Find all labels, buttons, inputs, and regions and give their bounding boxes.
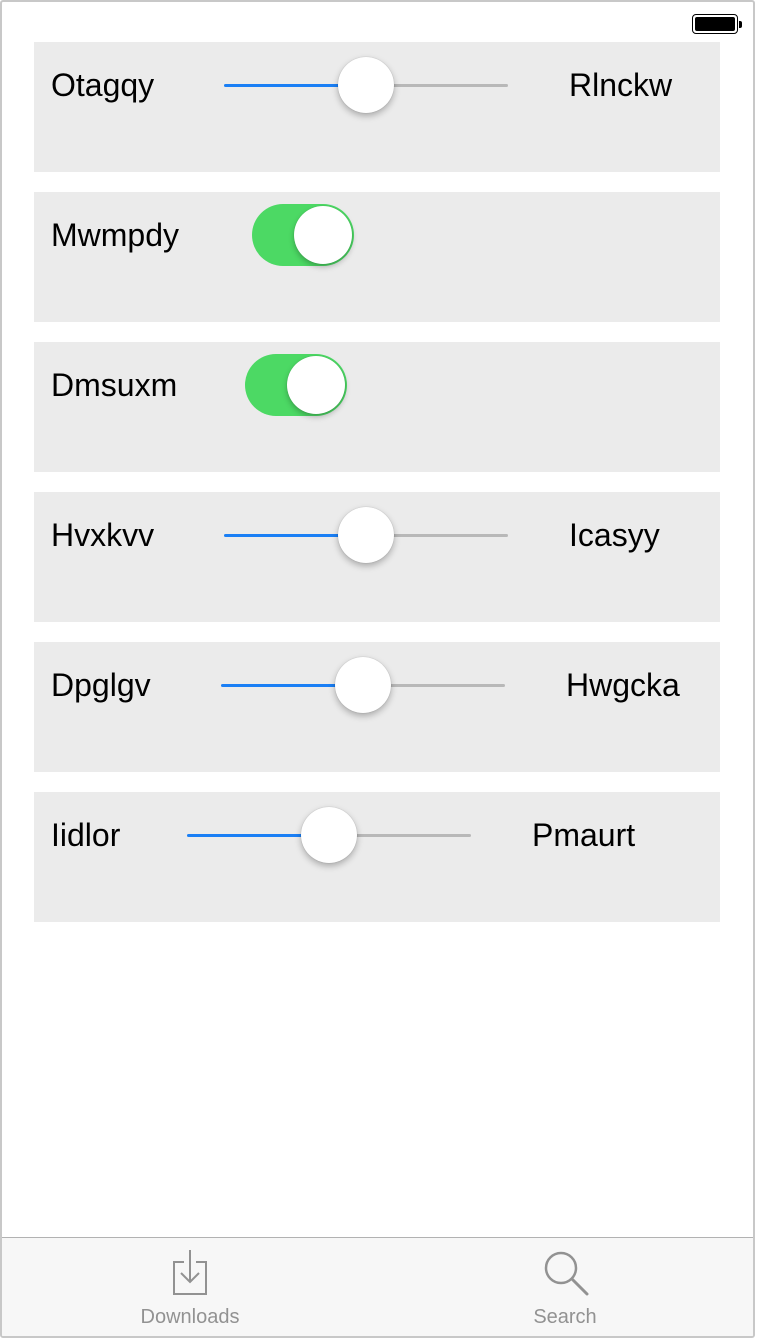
settings-row-hvxkvv: Hvxkvv Icasyy (34, 492, 720, 622)
downloads-icon (173, 1250, 207, 1295)
battery-icon (692, 14, 742, 34)
toggle-knob (287, 356, 345, 414)
slider[interactable] (224, 55, 508, 115)
slider[interactable] (224, 505, 508, 565)
search-icon (544, 1251, 589, 1296)
slider[interactable] (187, 805, 471, 865)
slider-thumb[interactable] (335, 657, 391, 713)
settings-row-otagqy: Otagqy Rlnckw (34, 42, 720, 172)
settings-row-iidlor: Iidlor Pmaurt (34, 792, 720, 922)
slider-thumb[interactable] (338, 507, 394, 563)
tab-bar: Downloads Search (2, 1237, 753, 1336)
row-label: Otagqy (51, 67, 155, 103)
tab-downloads[interactable]: Downloads (90, 1238, 290, 1336)
slider-max-label: Rlnckw (569, 67, 673, 103)
row-label: Mwmpdy (51, 217, 180, 253)
toggle-switch[interactable] (252, 204, 354, 266)
settings-row-dmsuxm: Dmsuxm (34, 342, 720, 472)
slider-thumb[interactable] (338, 57, 394, 113)
tab-label: Downloads (140, 1306, 240, 1328)
app-screen: Otagqy Rlnckw Mwmpdy Dmsuxm Hvxkvv Icasy… (0, 0, 755, 1338)
slider[interactable] (221, 655, 505, 715)
settings-row-dpglgv: Dpglgv Hwgcka (34, 642, 720, 772)
slider-thumb[interactable] (301, 807, 357, 863)
row-label: Hvxkvv (51, 517, 155, 553)
row-label: Dmsuxm (51, 367, 178, 403)
settings-row-mwmpdy: Mwmpdy (34, 192, 720, 322)
tab-label: Search (533, 1306, 597, 1328)
slider-max-label: Hwgcka (566, 667, 680, 703)
row-label: Iidlor (51, 817, 121, 853)
toggle-switch[interactable] (245, 354, 347, 416)
slider-max-label: Pmaurt (532, 817, 636, 853)
row-label: Dpglgv (51, 667, 151, 703)
slider-max-label: Icasyy (569, 517, 660, 553)
toggle-knob (294, 206, 352, 264)
tab-search[interactable]: Search (465, 1238, 665, 1336)
